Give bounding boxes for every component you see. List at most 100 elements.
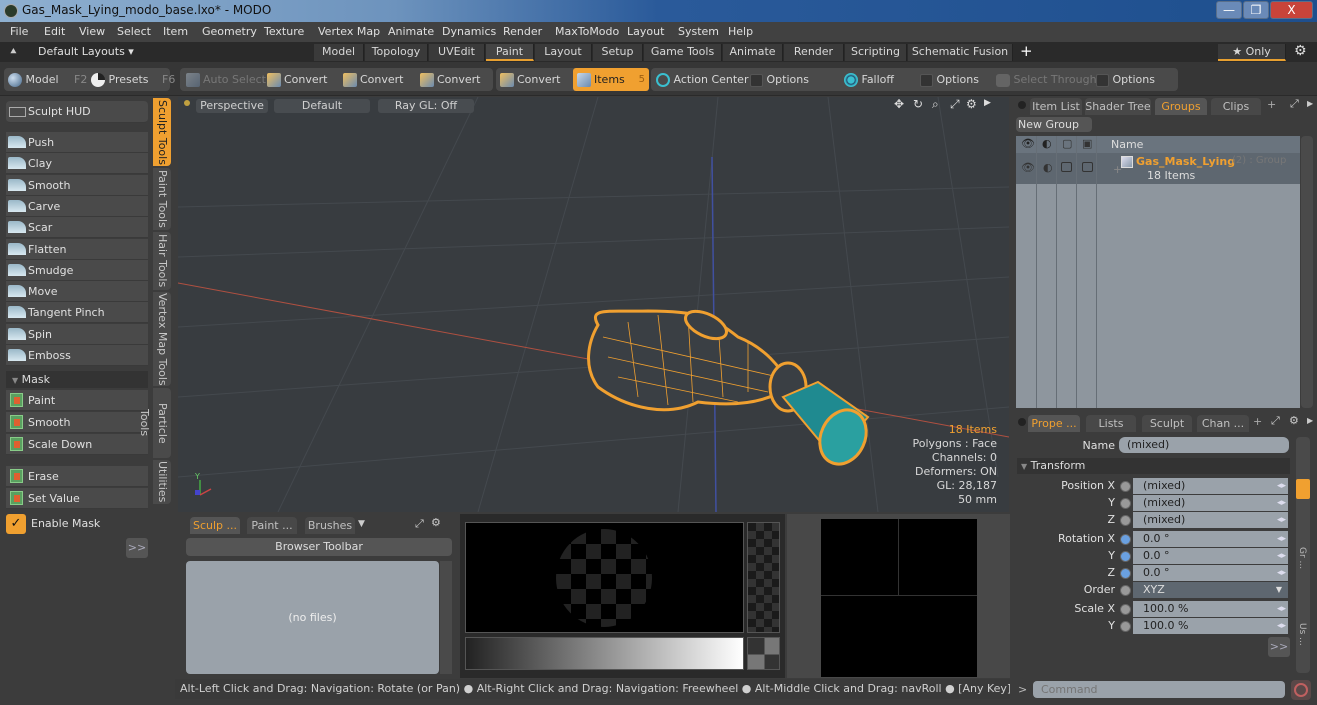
render-toggle-icon[interactable]: ◐ — [1043, 161, 1053, 174]
view-perspective-dropdown[interactable]: Perspective — [196, 99, 268, 113]
side-tab-us[interactable]: Us ... — [1297, 623, 1307, 646]
mask-section-header[interactable]: ▼ Mask — [6, 371, 148, 388]
select-through-button[interactable]: Select Through — [996, 68, 1097, 91]
select-through-options-button[interactable]: Options — [1096, 68, 1155, 91]
sculpt-tool-spin[interactable]: Spin — [6, 323, 148, 345]
new-group-button[interactable]: New Group — [1016, 117, 1092, 132]
menu-render[interactable]: Render — [503, 25, 542, 38]
lock-toggle[interactable] — [1061, 162, 1072, 172]
sculpt-tool-smooth[interactable]: Smooth — [6, 174, 148, 196]
menu-dynamics[interactable]: Dynamics — [442, 25, 496, 38]
rotate-icon[interactable]: ↻ — [913, 97, 923, 111]
menu-texture[interactable]: Texture — [264, 25, 304, 38]
drag-value-icon[interactable]: ◂▸ — [1277, 495, 1286, 511]
sculpt-tool-move[interactable]: Move — [6, 281, 148, 303]
tab-game-tools[interactable]: Game Tools — [644, 44, 722, 61]
tab-render[interactable]: Render — [784, 44, 844, 61]
falloff-button[interactable]: Falloff — [844, 68, 894, 91]
tab-utilities[interactable]: Utilities — [153, 460, 171, 504]
color-swatch[interactable] — [747, 637, 780, 670]
animate-toggle-icon[interactable] — [1120, 568, 1131, 579]
animate-toggle-icon[interactable] — [1120, 621, 1131, 632]
brush-preview-canvas[interactable] — [465, 522, 744, 633]
order-dropdown-icon[interactable]: ▼ — [1276, 582, 1282, 598]
tab-properties[interactable]: Prope ... — [1028, 415, 1080, 432]
gear-icon[interactable]: ⚙ — [1294, 43, 1307, 59]
drag-value-icon[interactable]: ◂▸ — [1277, 601, 1286, 617]
browser-scrollbar[interactable] — [440, 561, 452, 674]
menu-system[interactable]: System — [678, 25, 719, 38]
viewport-menu-arrow-icon[interactable]: ▶ — [984, 98, 991, 108]
tab-paint[interactable]: Paint — [486, 44, 534, 61]
property-field[interactable]: 100.0 % ◂▸ — [1133, 618, 1288, 634]
tab-item-list[interactable]: Item List — [1030, 98, 1082, 115]
property-field[interactable]: XYZ ▼ — [1133, 582, 1288, 598]
mask-smooth-button[interactable]: Smooth — [6, 412, 148, 433]
animate-toggle-icon[interactable] — [1120, 498, 1131, 509]
tabs-dropdown-icon[interactable]: ▼ — [358, 519, 365, 529]
tab-sculpt-presets[interactable]: Sculp ... — [190, 517, 240, 534]
transform-section-header[interactable]: ▼ Transform — [1017, 458, 1290, 474]
file-browser-area[interactable]: (no files) — [186, 561, 439, 674]
tab-paint-tools[interactable]: Paint Tools — [153, 168, 171, 230]
tab-sculpt-tools[interactable]: Sculpt Tools — [153, 98, 171, 166]
shading-default-dropdown[interactable]: Default — [274, 99, 370, 113]
convert-vertices-button[interactable]: Convert — [267, 68, 328, 91]
sculpt-hud-button[interactable]: Sculpt HUD — [6, 101, 148, 123]
presets-button[interactable]: Presets F6 — [91, 68, 175, 91]
side-tab-gr[interactable]: Gr ... — [1297, 547, 1307, 569]
tab-animate[interactable]: Animate — [723, 44, 783, 61]
tab-uvedit[interactable]: UVEdit — [429, 44, 485, 61]
panel-settings-icon[interactable]: ⚙ — [431, 516, 441, 529]
add-tab-icon[interactable]: + — [1267, 98, 1276, 111]
action-center-button[interactable]: Action Center — [656, 68, 748, 91]
tab-groups[interactable]: Groups — [1155, 98, 1207, 115]
minimize-button[interactable]: — — [1216, 1, 1242, 19]
group-row[interactable]: 👁 ◐ + Gas_Mask_Lying (2) : Group 18 Item… — [1016, 153, 1300, 184]
sculpt-tool-push[interactable]: Push — [6, 132, 148, 153]
menu-view[interactable]: View — [79, 25, 105, 38]
tab-topology[interactable]: Topology — [365, 44, 428, 61]
tab-model[interactable]: Model — [314, 44, 364, 61]
property-field[interactable]: 0.0 ° ◂▸ — [1133, 548, 1288, 564]
mask-erase-button[interactable]: Erase — [6, 466, 148, 487]
select-toggle[interactable] — [1082, 162, 1093, 172]
model-button[interactable]: Model F2 — [8, 68, 87, 91]
browser-toolbar-button[interactable]: Browser Toolbar — [186, 538, 452, 556]
menu-help[interactable]: Help — [728, 25, 753, 38]
drag-value-icon[interactable]: ◂▸ — [1277, 512, 1286, 528]
image-preview-canvas[interactable] — [821, 519, 977, 677]
tab-shader-tree[interactable]: Shader Tree — [1085, 98, 1151, 115]
auto-select-button[interactable]: Auto Select — [186, 68, 266, 91]
animate-toggle-icon[interactable] — [1120, 481, 1131, 492]
tab-channels[interactable]: Chan ... — [1197, 415, 1249, 432]
render-column-icon[interactable]: ◐ — [1042, 137, 1052, 150]
tab-vertex-map-tools[interactable]: Vertex Map Tools — [153, 292, 171, 386]
tab-hair-tools[interactable]: Hair Tools — [153, 232, 171, 290]
property-field[interactable]: 0.0 ° ◂▸ — [1133, 565, 1288, 581]
expand-panel-icon[interactable]: ⤢ — [415, 517, 424, 531]
falloff-options-button[interactable]: Options — [920, 68, 979, 91]
menu-select[interactable]: Select — [117, 25, 151, 38]
drag-value-icon[interactable]: ◂▸ — [1277, 478, 1286, 494]
sculpt-tool-smudge[interactable]: Smudge — [6, 259, 148, 281]
property-field[interactable]: (mixed) ◂▸ — [1133, 495, 1288, 511]
sculpt-tool-tangent-pinch[interactable]: Tangent Pinch — [6, 302, 148, 324]
command-input[interactable] — [1033, 681, 1285, 698]
add-property-tab-icon[interactable]: + — [1253, 415, 1262, 428]
drag-value-icon[interactable]: ◂▸ — [1277, 565, 1286, 581]
expand-icon[interactable]: ⤢ — [1290, 97, 1299, 111]
sculpt-tool-carve[interactable]: Carve — [6, 195, 148, 217]
property-field[interactable]: 100.0 % ◂▸ — [1133, 601, 1288, 617]
groups-list[interactable]: 👁 ◐ ▢ ▣ Name 👁 ◐ + Gas_Mask_Lying (2) : … — [1016, 136, 1300, 408]
gradient-strip[interactable] — [465, 637, 744, 670]
close-button[interactable]: X — [1270, 1, 1313, 19]
select-column-icon[interactable]: ▣ — [1082, 137, 1092, 150]
name-field[interactable]: (mixed) — [1119, 437, 1289, 453]
convert-materials-button[interactable]: Convert — [500, 68, 561, 91]
animate-toggle-icon[interactable] — [1120, 534, 1131, 545]
viewport-settings-icon[interactable]: ⚙ — [966, 97, 977, 111]
side-tab-active[interactable] — [1296, 479, 1310, 499]
sculpt-tool-flatten[interactable]: Flatten — [6, 238, 148, 260]
layout-up-icon[interactable]: ⯅ — [9, 45, 18, 59]
